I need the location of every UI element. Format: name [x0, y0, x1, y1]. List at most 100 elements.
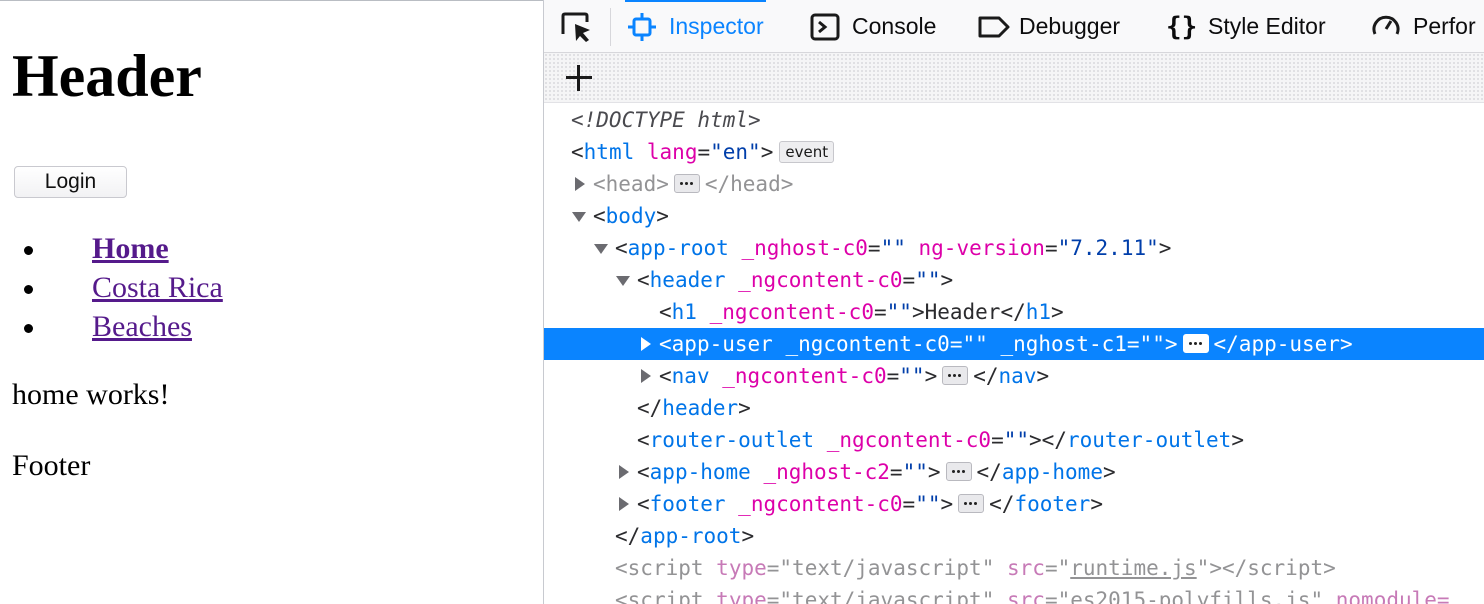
markup-row-app-root-close[interactable]: </app-root> [544, 520, 1484, 552]
tag-name: app-home [649, 460, 751, 484]
markup-row-head[interactable]: <head> </head> [544, 168, 1484, 200]
markup-row-h1[interactable]: <h1 _ngcontent-c0="">Header</h1> [544, 296, 1484, 328]
markup-row-body[interactable]: <body> [544, 200, 1484, 232]
ellipsis-icon[interactable] [942, 366, 969, 385]
head-close-tag: </head> [704, 172, 794, 196]
tag-name: footer [1014, 492, 1091, 516]
attr-name: src [1007, 588, 1045, 604]
attr-value: "" [962, 332, 988, 356]
tab-performance[interactable]: Perfor [1371, 0, 1476, 53]
tag-name: header [649, 268, 726, 292]
attr-name: _nghost-c1 [1000, 332, 1127, 356]
tab-separator [610, 8, 611, 46]
attr-name: _ngcontent-c0 [738, 492, 903, 516]
markup-row-app-home[interactable]: <app-home _nghost-c2=""> </app-home> [544, 456, 1484, 488]
nav-list: Home Costa Rica Beaches [24, 231, 223, 348]
collapse-toggle-icon[interactable] [616, 276, 630, 286]
markup-row-doctype[interactable]: <!DOCTYPE html> [544, 104, 1484, 136]
collapse-toggle-icon[interactable] [572, 212, 586, 222]
tag-name: footer [649, 492, 726, 516]
attr-name: _nghost-c2 [763, 460, 890, 484]
event-badge[interactable]: event [779, 141, 835, 163]
tab-style-editor[interactable]: {} Style Editor [1166, 0, 1326, 53]
markup-row-app-root[interactable]: <app-root _nghost-c0="" ng-version="7.2.… [544, 232, 1484, 264]
rendered-page: Header Login Home Costa Rica Beaches hom… [0, 0, 543, 604]
markup-row-script-runtime[interactable]: <script type="text/javascript" src="runt… [544, 552, 1484, 584]
doctype-text: <!DOCTYPE html> [571, 108, 761, 132]
performance-icon [1371, 12, 1401, 42]
attr-value: "7.2.11" [1057, 236, 1159, 260]
attr-value: "" [899, 364, 925, 388]
nav-link-home[interactable]: Home [92, 232, 169, 265]
devtools-tabbar: Inspector Console Debugger {} Style Edit… [544, 0, 1484, 53]
attr-name: _ngcontent-c0 [722, 364, 887, 388]
home-text: home works! [12, 378, 170, 411]
attr-value: "en" [710, 140, 761, 164]
attr-name: _ngcontent-c0 [785, 332, 950, 356]
expand-toggle-icon[interactable] [575, 177, 585, 191]
markup-row-script-polyfills[interactable]: <script type="text/javascript" src="es20… [544, 584, 1484, 604]
attr-name: lang [646, 140, 698, 164]
attr-name: type [716, 588, 767, 604]
tag-name: app-home [1001, 460, 1103, 484]
tag-name: script [627, 556, 704, 580]
nav-item-costa-rica: Costa Rica [24, 270, 223, 309]
attr-name: src [1007, 556, 1045, 580]
tab-label: Debugger [1019, 13, 1121, 39]
nav-link-costa-rica[interactable]: Costa Rica [92, 271, 223, 304]
attr-value: "text/javascript" [779, 556, 995, 580]
nav-link-beaches[interactable]: Beaches [92, 310, 192, 343]
attr-name: _nghost-c0 [741, 236, 868, 260]
plus-icon[interactable] [564, 63, 594, 93]
markup-row-nav[interactable]: <nav _ngcontent-c0=""> </nav> [544, 360, 1484, 392]
inspector-toolbar [544, 53, 1484, 103]
debugger-icon [977, 12, 1010, 42]
element-picker-icon[interactable] [559, 10, 595, 44]
ellipsis-icon[interactable] [673, 174, 700, 193]
tab-inspector[interactable]: Inspector [625, 0, 766, 53]
tag-name: app-root [627, 236, 729, 260]
attr-value: "" [1003, 428, 1030, 452]
markup-view: <!DOCTYPE html> <html lang="en"> event <h… [544, 104, 1484, 604]
collapse-toggle-icon[interactable] [594, 244, 608, 254]
expand-toggle-icon[interactable] [619, 497, 629, 511]
markup-row-header-close[interactable]: </header> [544, 392, 1484, 424]
head-open-tag: <head> [593, 172, 669, 196]
attr-name: nomodule= [1335, 588, 1450, 604]
tab-debugger[interactable]: Debugger [977, 0, 1120, 53]
tag-name: script [627, 588, 704, 604]
markup-row-app-user[interactable]: <app-user _ngcontent-c0="" _nghost-c1=""… [544, 328, 1484, 360]
attr-name: ng-version [918, 236, 1045, 260]
markup-row-footer[interactable]: <footer _ngcontent-c0=""> </footer> [544, 488, 1484, 520]
markup-row-router-outlet[interactable]: <router-outlet _ngcontent-c0=""></router… [544, 424, 1484, 456]
text-node: Header [924, 300, 1001, 324]
script-src-link[interactable]: runtime.js [1070, 556, 1196, 580]
markup-row-header[interactable]: <header _ngcontent-c0=""> [544, 264, 1484, 296]
tab-console[interactable]: Console [810, 0, 936, 53]
expand-toggle-icon[interactable] [641, 369, 651, 383]
tag-name: script [1247, 556, 1324, 580]
ellipsis-icon[interactable] [1182, 334, 1209, 353]
tab-label: Perfor [1413, 13, 1476, 39]
tag-name: router-outlet [1066, 428, 1232, 452]
attr-value: "" [880, 236, 906, 260]
inspector-icon [627, 12, 657, 42]
ellipsis-icon[interactable] [945, 462, 972, 481]
tab-label: Inspector [669, 13, 764, 39]
tag-name: h1 [671, 300, 697, 324]
devtools-panel: Inspector Console Debugger {} Style Edit… [543, 0, 1484, 604]
expand-toggle-icon[interactable] [619, 465, 629, 479]
tag-name: router-outlet [649, 428, 815, 452]
expand-toggle-icon[interactable] [641, 337, 651, 351]
tag-name: body [605, 204, 657, 228]
attr-value: "" [915, 492, 941, 516]
nav-item-beaches: Beaches [24, 309, 223, 348]
ellipsis-icon[interactable] [958, 494, 985, 513]
attr-name: _ngcontent-c0 [826, 428, 992, 452]
footer-text: Footer [12, 449, 91, 482]
attr-name: _ngcontent-c0 [738, 268, 903, 292]
login-button[interactable]: Login [14, 166, 127, 198]
console-icon [810, 12, 840, 42]
attr-value: "text/javascript" [779, 588, 995, 604]
markup-row-html[interactable]: <html lang="en"> event [544, 136, 1484, 168]
